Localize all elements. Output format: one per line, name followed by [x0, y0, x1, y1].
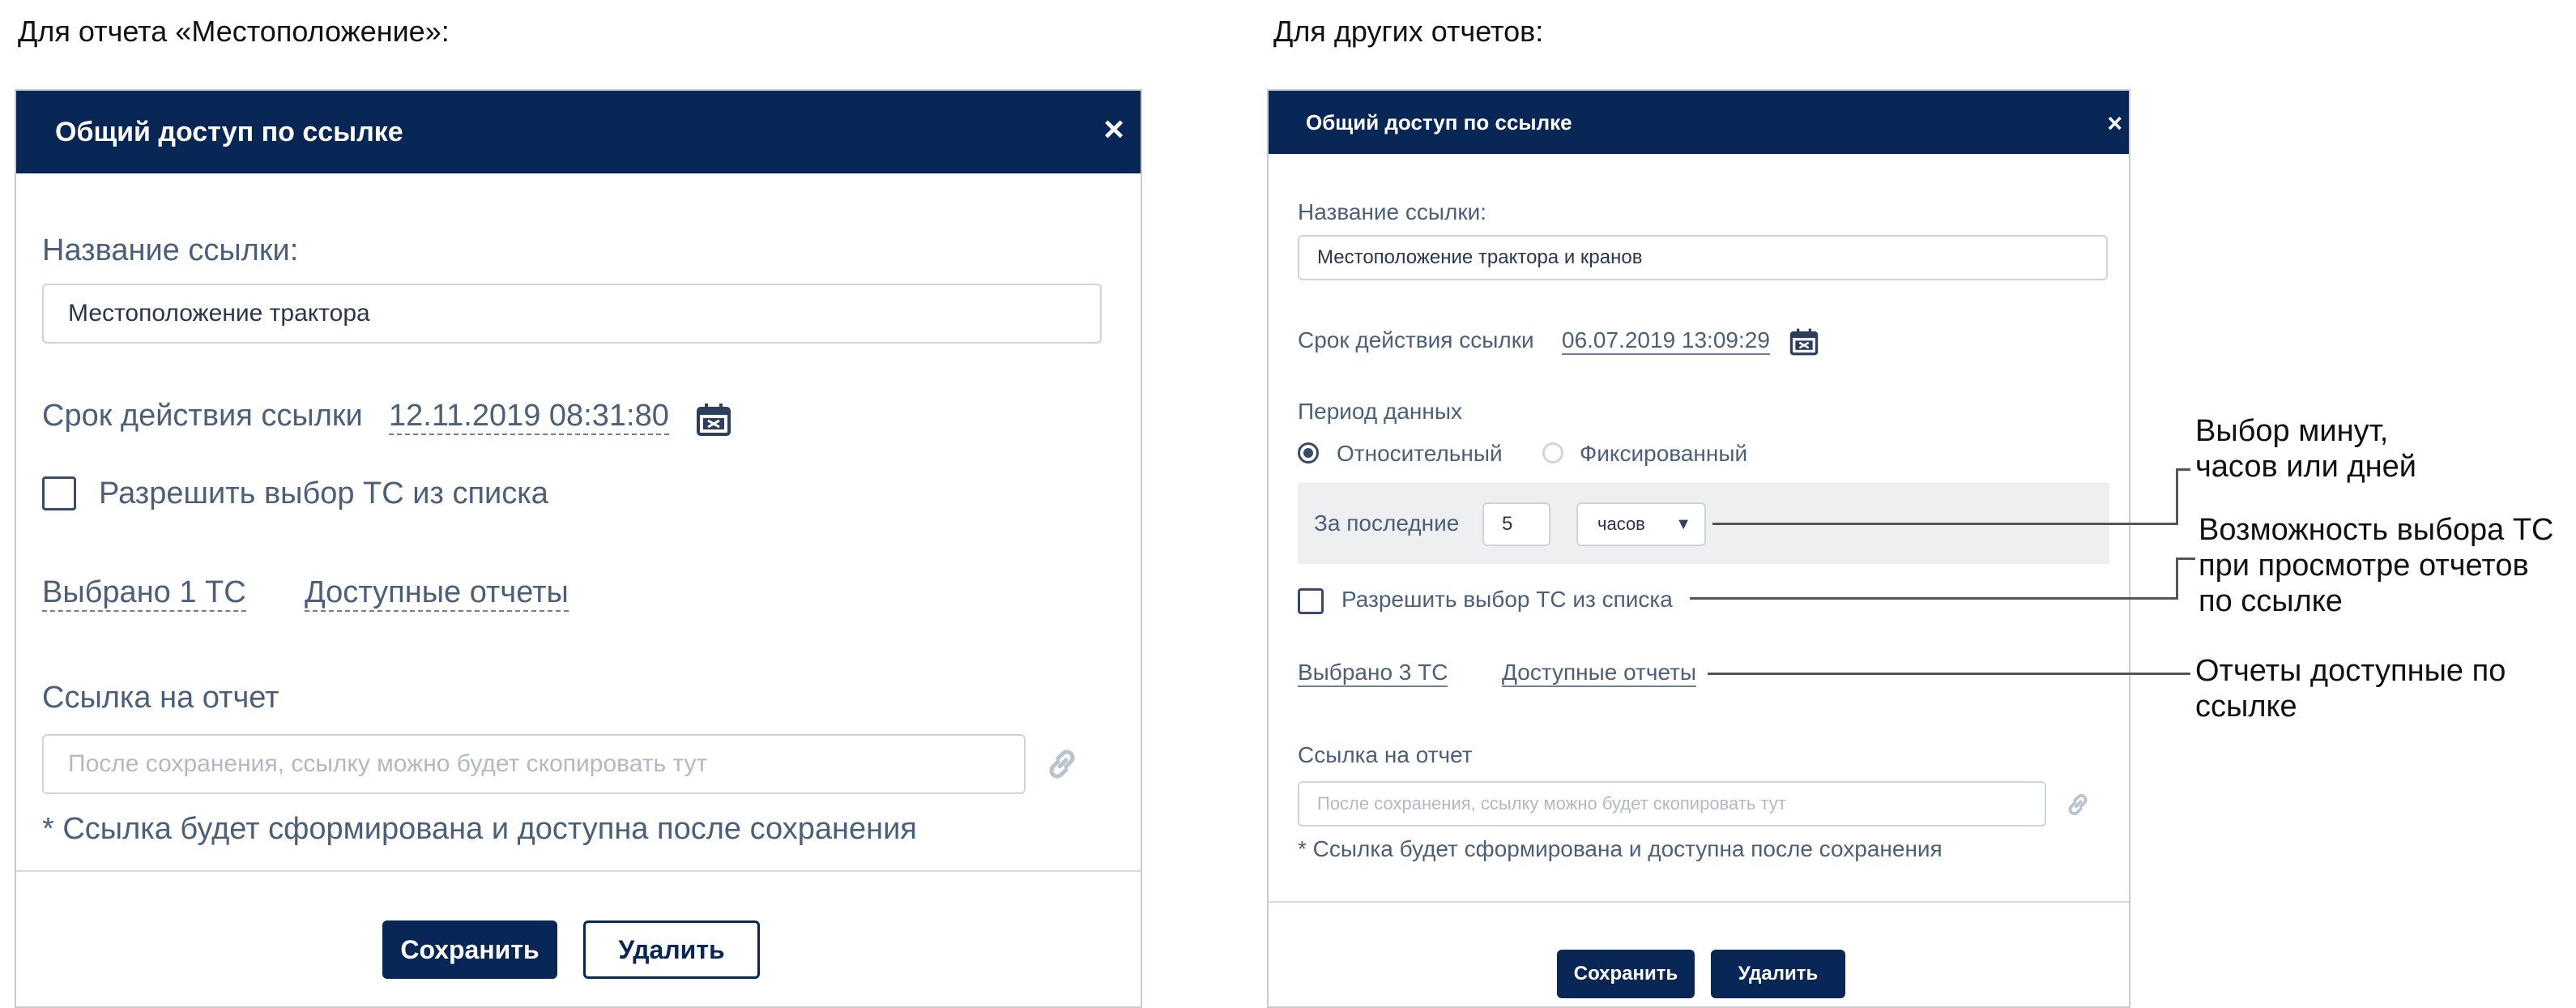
dialog-header: Общий доступ по ссылке ×	[16, 91, 1141, 173]
allow-vehicle-select-label: Разрешить выбор ТС из списка	[1341, 587, 1673, 612]
calendar-icon[interactable]	[695, 402, 732, 438]
report-link-label: Ссылка на отчет	[1298, 742, 1473, 767]
delete-button[interactable]: Удалить	[1711, 950, 1845, 998]
data-period-label: Период данных	[1298, 399, 1462, 424]
expiry-label: Срок действия ссылки	[42, 399, 363, 433]
time-unit-select[interactable]: часов ▼	[1576, 502, 1706, 546]
report-link-label: Ссылка на отчет	[42, 681, 279, 715]
selected-vehicles-link[interactable]: Выбрано 3 ТС	[1298, 660, 1448, 687]
link-name-input[interactable]: Местоположение трактора и кранов	[1298, 235, 2108, 280]
callout-line-select-vertical	[2176, 557, 2178, 600]
annotation-vehicle-select: Возможность выбора ТС при просмотре отче…	[2199, 513, 2554, 618]
radio-relative[interactable]	[1298, 442, 1319, 463]
callout-line-reports	[1708, 673, 2190, 675]
available-reports-link[interactable]: Доступные отчеты	[305, 575, 569, 612]
allow-vehicle-select-checkbox[interactable]	[1298, 588, 1324, 614]
expiry-label: Срок действия ссылки	[1298, 327, 1534, 352]
save-note: * Ссылка будет сформирована и доступна п…	[42, 812, 917, 846]
delete-button[interactable]: Удалить	[583, 920, 760, 979]
callout-line-units-tip	[2176, 468, 2190, 471]
dialog-header: Общий доступ по ссылке ×	[1269, 91, 2129, 154]
allow-vehicle-select-checkbox[interactable]	[42, 476, 76, 510]
allow-vehicle-select-label: Разрешить выбор ТС из списка	[99, 476, 548, 510]
save-button[interactable]: Сохранить	[1557, 950, 1695, 998]
callout-line-select-tip	[2176, 557, 2195, 560]
link-icon[interactable]	[2064, 791, 2092, 818]
annotation-available-reports: Отчеты доступные по ссылке	[2195, 654, 2506, 724]
radio-fixed[interactable]	[1542, 442, 1563, 463]
expiry-date-link[interactable]: 06.07.2019 13:09:29	[1562, 327, 1770, 355]
last-period-label: За последние	[1314, 510, 1460, 536]
selected-vehicles-link[interactable]: Выбрано 1 ТС	[42, 575, 246, 612]
link-name-input[interactable]: Местоположение трактора	[42, 284, 1102, 344]
save-note: * Ссылка будет сформирована и доступна п…	[1298, 836, 1943, 861]
close-icon[interactable]: ×	[2107, 110, 2122, 136]
footer-divider	[16, 870, 1141, 872]
available-reports-link[interactable]: Доступные отчеты	[1502, 660, 1697, 687]
report-link-field[interactable]: После сохранения, ссылку можно будет ско…	[1298, 781, 2046, 826]
dialog-title: Общий доступ по ссылке	[1306, 109, 1572, 135]
save-button[interactable]: Сохранить	[382, 920, 557, 979]
annotation-units: Выбор минут, часов или дней	[2195, 414, 2416, 484]
link-name-label: Название ссылки:	[1298, 199, 1487, 224]
radio-relative-label: Относительный	[1337, 441, 1503, 466]
expiry-date-link[interactable]: 12.11.2019 08:31:80	[389, 399, 669, 435]
share-link-dialog-location: Общий доступ по ссылке × Название ссылки…	[15, 89, 1142, 1008]
close-icon[interactable]: ×	[1103, 112, 1124, 147]
caption-location-report: Для отчета «Местоположение»:	[18, 15, 450, 48]
calendar-icon[interactable]	[1789, 327, 1819, 357]
chevron-down-icon: ▼	[1675, 515, 1691, 533]
link-name-label: Название ссылки:	[42, 233, 299, 267]
callout-line-select	[1690, 597, 2176, 600]
dialog-title: Общий доступ по ссылке	[55, 116, 403, 147]
footer-divider	[1269, 901, 2129, 903]
report-link-field[interactable]: После сохранения, ссылку можно будет ско…	[42, 734, 1026, 794]
time-unit-value: часов	[1597, 514, 1645, 534]
callout-line-units	[1712, 523, 2177, 525]
callout-line-units-vertical	[2176, 468, 2178, 525]
caption-other-reports: Для других отчетов:	[1273, 15, 1544, 48]
last-period-input[interactable]: 5	[1482, 502, 1550, 546]
radio-fixed-label: Фиксированный	[1580, 441, 1748, 466]
link-icon[interactable]	[1043, 745, 1081, 783]
share-link-dialog-other: Общий доступ по ссылке × Название ссылки…	[1267, 89, 2130, 1008]
